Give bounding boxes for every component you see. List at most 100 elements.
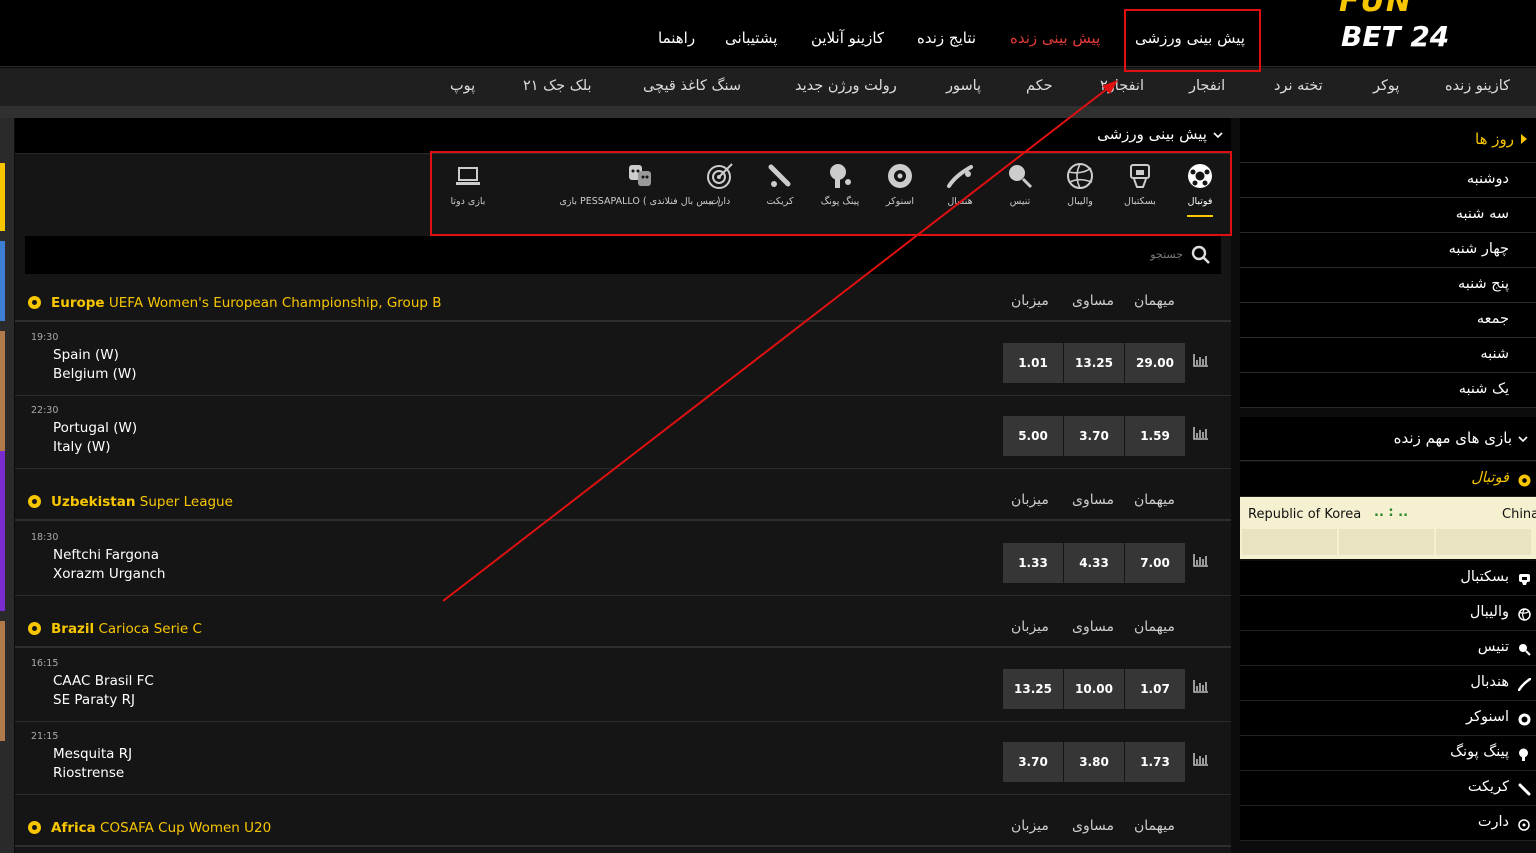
odds-away-button[interactable]: 29.00 xyxy=(1125,343,1185,383)
subnav-hokm[interactable]: حکم xyxy=(1026,78,1053,94)
header-draw: مساوی xyxy=(1072,619,1114,635)
home-team: Mesquita RJ xyxy=(53,746,133,762)
edge-strip-brown-2 xyxy=(0,621,5,741)
subnav-blackjack[interactable]: بلک جک ۲۱ xyxy=(523,78,592,94)
nav-online-casino[interactable]: کازینو آنلاین xyxy=(811,29,884,47)
chevron-down-icon[interactable] xyxy=(1213,130,1223,140)
search-icon[interactable] xyxy=(1191,245,1211,265)
day-item-monday[interactable]: دوشنبه xyxy=(1240,163,1536,198)
sidebar-sport-volleyball[interactable]: والیبال xyxy=(1240,596,1536,631)
day-item-wednesday[interactable]: چهار شنبه xyxy=(1240,233,1536,268)
odds-away-button[interactable] xyxy=(1436,529,1531,555)
odds-away-button[interactable]: 7.00 xyxy=(1125,543,1185,583)
day-item-tuesday[interactable]: سه شنبه xyxy=(1240,198,1536,233)
league-header[interactable]: Europe UEFA Women's European Championshi… xyxy=(15,284,1231,322)
away-team: Belgium (W) xyxy=(53,366,137,382)
sidebar-sport-darts[interactable]: دارت xyxy=(1240,806,1536,841)
odds-home-button[interactable]: 3.70 xyxy=(1003,742,1063,782)
left-edge-bar xyxy=(0,118,14,853)
odds-away-button[interactable]: 1.73 xyxy=(1125,742,1185,782)
stats-icon[interactable] xyxy=(1193,354,1209,367)
subnav-crash-2[interactable]: انفجار۲ xyxy=(1100,78,1144,94)
odds-home-button[interactable]: 1.33 xyxy=(1003,543,1063,583)
subnav-roulette[interactable]: رولت ورژن جدید xyxy=(795,78,897,94)
day-item-sunday[interactable]: یک شنبه xyxy=(1240,373,1536,408)
day-label: دوشنبه xyxy=(1466,171,1509,187)
annotation-box-nav xyxy=(1124,9,1261,72)
odds-draw-button[interactable]: 3.70 xyxy=(1064,416,1124,456)
league-header[interactable]: Brazil Carioca Serie C میزبان مساوی میهم… xyxy=(15,610,1231,648)
odds-draw-button[interactable]: 4.33 xyxy=(1064,543,1124,583)
subnav-pasur[interactable]: پاسور xyxy=(946,78,981,94)
sidebar-sport-label: پینگ پونگ xyxy=(1450,744,1509,760)
sidebar-sport-basketball[interactable]: بسکتبال xyxy=(1240,561,1536,596)
live-match-card[interactable]: Republic of Korea .. : .. China xyxy=(1240,497,1536,559)
stats-icon[interactable] xyxy=(1193,680,1209,693)
stats-icon[interactable] xyxy=(1193,554,1209,567)
odds-away-button[interactable]: 1.59 xyxy=(1125,416,1185,456)
league-header[interactable]: Africa COSAFA Cup Women U20 میزبان مساوی… xyxy=(15,809,1231,847)
edge-strip-brown xyxy=(0,331,5,451)
league-header[interactable]: Uzbekistan Super League میزبان مساوی میه… xyxy=(15,483,1231,521)
league-name: Europe UEFA Women's European Championshi… xyxy=(51,295,442,311)
header-home: میزبان xyxy=(1011,293,1049,309)
odds-draw-button[interactable]: 10.00 xyxy=(1064,669,1124,709)
subnav-crash[interactable]: انفجار xyxy=(1189,78,1225,94)
soccer-icon xyxy=(28,495,41,508)
search-bar[interactable]: جستجو xyxy=(25,236,1221,274)
divider xyxy=(0,106,1536,118)
odds-home-button[interactable]: 13.25 xyxy=(1003,669,1063,709)
header-home: میزبان xyxy=(1011,619,1049,635)
sidebar-sport-tennis[interactable]: تنیس xyxy=(1240,631,1536,666)
odds-home-button[interactable] xyxy=(1242,529,1337,555)
important-games-header[interactable]: بازی های مهم زنده xyxy=(1240,417,1536,461)
odds-away-button[interactable]: 1.07 xyxy=(1125,669,1185,709)
day-item-friday[interactable]: جمعه xyxy=(1240,303,1536,338)
nav-support[interactable]: پشتیبانی xyxy=(725,29,777,47)
day-label: یک شنبه xyxy=(1458,381,1509,397)
day-item-saturday[interactable]: شنبه xyxy=(1240,338,1536,373)
subnav-poker[interactable]: پوکر xyxy=(1373,78,1399,94)
days-header[interactable]: روز ها xyxy=(1240,118,1536,163)
odds-draw-button[interactable]: 3.80 xyxy=(1064,742,1124,782)
day-label: سه شنبه xyxy=(1455,206,1509,222)
home-team: CAAC Brasil FC xyxy=(53,673,154,689)
basketball-icon xyxy=(1519,574,1530,585)
right-sidebar: روز ها دوشنبه سه شنبه چهار شنبه پنج شنبه… xyxy=(1240,118,1536,853)
home-team: Spain (W) xyxy=(53,347,119,363)
match-row: 22:30 Portugal (W) Italy (W) 5.00 3.70 1… xyxy=(15,396,1231,469)
odds-draw-button[interactable] xyxy=(1339,529,1434,555)
logo-bet: BET 24 xyxy=(1341,20,1450,53)
odds-home-button[interactable]: 1.01 xyxy=(1003,343,1063,383)
day-item-thursday[interactable]: پنج شنبه xyxy=(1240,268,1536,303)
nav-guide[interactable]: راهنما xyxy=(658,29,695,47)
nav-live-betting[interactable]: پیش بینی زنده xyxy=(1010,29,1100,47)
subnav-rock-paper-scissors[interactable]: سنگ کاغذ قیچی xyxy=(643,78,741,94)
stats-icon[interactable] xyxy=(1193,753,1209,766)
logo[interactable]: FUN BET 24 xyxy=(1335,0,1455,60)
main-header: پیش بینی ورزشی xyxy=(15,118,1231,154)
match-time: 18:30 xyxy=(31,532,59,543)
league-name: Africa COSAFA Cup Women U20 xyxy=(51,820,272,836)
match-time: 21:15 xyxy=(31,731,59,742)
sidebar-sport-cricket[interactable]: کریکت xyxy=(1240,771,1536,806)
subnav-backgammon[interactable]: تخته نرد xyxy=(1274,78,1323,94)
subnav-pop[interactable]: پوپ xyxy=(450,78,475,94)
annotation-box-sports xyxy=(430,151,1232,236)
odds-home-button[interactable]: 5.00 xyxy=(1003,416,1063,456)
match-row: 16:15 CAAC Brasil FC SE Paraty RJ 13.25 … xyxy=(15,649,1231,722)
sidebar-sport-ping-pong[interactable]: پینگ پونگ xyxy=(1240,736,1536,771)
stats-icon[interactable] xyxy=(1193,427,1209,440)
tennis-icon xyxy=(1519,644,1531,656)
away-team: Riostrense xyxy=(53,765,125,781)
main-title: پیش بینی ورزشی xyxy=(1097,125,1207,143)
odds-draw-button[interactable]: 13.25 xyxy=(1064,343,1124,383)
header-away: میهمان xyxy=(1134,619,1175,635)
sidebar-sport-label: اسنوکر xyxy=(1466,709,1509,725)
subnav-live-casino[interactable]: کازینو زنده xyxy=(1445,78,1510,94)
live-football-header[interactable]: فوتبال xyxy=(1240,462,1536,497)
soccer-icon xyxy=(28,296,41,309)
nav-live-results[interactable]: نتایج زنده xyxy=(917,29,976,47)
sidebar-sport-handball[interactable]: هندبال xyxy=(1240,666,1536,701)
sidebar-sport-snooker[interactable]: اسنوکر xyxy=(1240,701,1536,736)
